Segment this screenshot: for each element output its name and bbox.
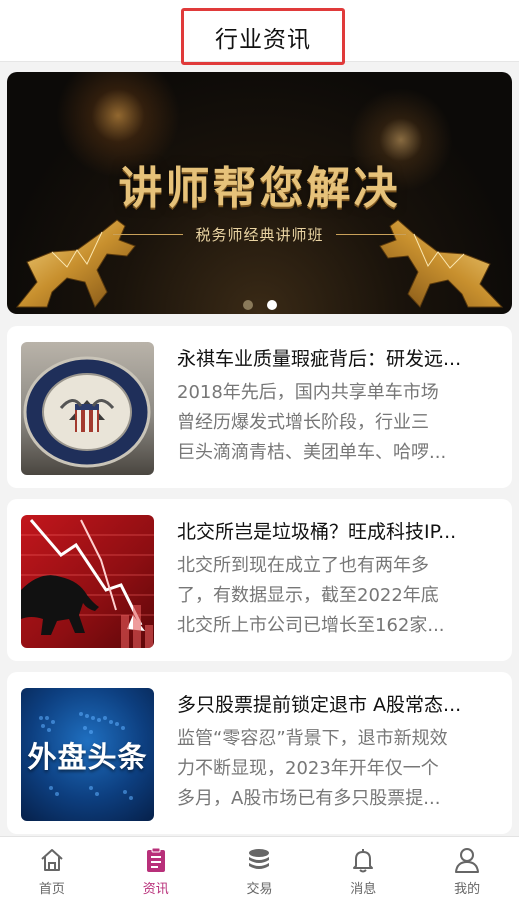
tab-label: 交易 [246,882,273,897]
banner-subtitle-row: 税务师经典讲师班 [7,224,512,245]
bear-market-icon [21,519,154,648]
article-title[interactable]: 永祺车业质量瑕疵背后：研发远... [177,344,487,371]
article-summary-line: 北交所上市公司已增长至162家... [177,615,445,636]
banner-subtitle: 税务师经典讲师班 [195,226,324,244]
title-highlight-box: 行业资讯 [181,8,345,65]
federal-reserve-seal-icon [23,356,151,468]
tab-home[interactable]: 首页 [0,837,104,904]
article-summary-line: 监管“零容忍”背景下，退市新规效 [177,728,448,749]
bell-icon [353,849,374,873]
article-card[interactable]: 北交所岂是垃圾桶？旺成科技IP... 北交所到现在成立了也有两年多 了，有数据显… [7,499,512,661]
article-summary: 监管“零容忍”背景下，退市新规效 力不断显现，2023年开年仅一个 多月，A股市… [177,724,482,814]
tab-label: 首页 [38,882,65,897]
article-title[interactable]: 多只股票提前锁定退市 A股常态... [177,690,487,717]
page-title: 行业资讯 [215,26,311,53]
carousel-dot[interactable] [242,300,253,310]
article-summary: 北交所到现在成立了也有两年多 了，有数据显示，截至2022年底 北交所上市公司已… [177,551,482,641]
article-thumbnail [21,515,154,648]
article-summary-line: 巨头滴滴青桔、美团单车、哈啰... [177,442,447,463]
article-thumbnail: 外盘头条 [21,688,154,821]
article-summary-line: 2018年先后，国内共享单车市场 [177,382,439,403]
tab-messages[interactable]: 消息 [311,837,415,904]
top-bar: 行业资讯 [0,0,519,65]
tab-label: 我的 [454,882,481,897]
article-title[interactable]: 北交所岂是垃圾桶？旺成科技IP... [177,517,487,544]
carousel-dot-active[interactable] [266,300,277,310]
user-icon [455,848,480,873]
article-summary-line: 力不断显现，2023年开年仅一个 [177,758,439,779]
tab-news[interactable]: 资讯 [104,837,208,904]
banner-carousel[interactable]: 讲师帮您解决 税务师经典讲师班 [7,72,512,314]
banner-divider [335,234,406,235]
banner-title: 讲师帮您解决 [118,163,401,214]
banner-divider [113,234,184,235]
article-summary: 2018年先后，国内共享单车市场 曾经历爆发式增长阶段，行业三 巨头滴滴青桔、美… [177,378,482,468]
tab-label: 资讯 [142,882,169,897]
bottom-tab-bar: 首页 资讯 交易 消息 我的 [0,836,519,904]
article-card[interactable]: 永祺车业质量瑕疵背后：研发远... 2018年先后，国内共享单车市场 曾经历爆发… [7,326,512,488]
article-thumbnail [21,342,154,475]
clipboard-icon [146,847,165,872]
carousel-dots [7,300,512,310]
article-summary-line: 了，有数据显示，截至2022年底 [177,585,439,606]
article-summary-line: 多月，A股市场已有多只股票提... [177,788,441,809]
article-summary-line: 北交所到现在成立了也有两年多 [177,555,429,576]
article-summary-line: 曾经历爆发式增长阶段，行业三 [177,412,429,433]
thumbnail-caption: 外盘头条 [27,740,148,774]
coins-icon [249,849,270,869]
tab-mine[interactable]: 我的 [415,837,519,904]
home-icon [41,849,63,871]
article-card[interactable]: 外盘头条 多只股票提前锁定退市 A股常态... 监管“零容忍”背景下，退市新规效… [7,672,512,834]
tab-trade[interactable]: 交易 [208,837,312,904]
tab-label: 消息 [350,882,377,897]
